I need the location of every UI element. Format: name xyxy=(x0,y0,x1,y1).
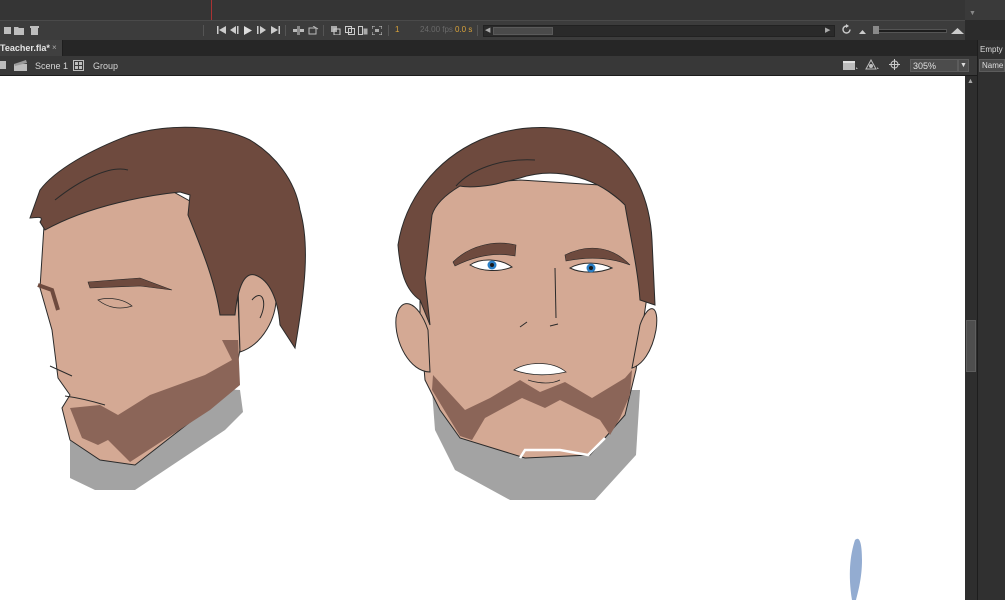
edit-symbols-icon[interactable] xyxy=(864,58,880,69)
timeline-toolbar: 1 24.00 fps 0.0 s ◀ ▶ xyxy=(0,20,965,41)
step-back-icon[interactable] xyxy=(229,25,239,35)
zoom-level-field[interactable]: 305% xyxy=(910,59,958,72)
brush-stroke xyxy=(849,538,862,600)
document-tab[interactable]: Teacher.fla* × xyxy=(0,40,63,56)
scene-icon[interactable] xyxy=(14,60,28,71)
zoom-out-icon[interactable] xyxy=(858,26,866,36)
frame-rate[interactable]: 24.00 fps xyxy=(420,25,453,34)
timeline-zoom-knob[interactable] xyxy=(873,26,879,34)
panel-header-strip: ▼ xyxy=(965,0,1005,20)
center-frame-icon[interactable] xyxy=(307,25,319,35)
refresh-icon[interactable] xyxy=(840,23,852,34)
head-three-quarter[interactable] xyxy=(29,126,306,490)
stage-canvas[interactable] xyxy=(0,76,965,600)
empty-label: Empty xyxy=(980,45,1003,54)
timeline-frames-strip[interactable] xyxy=(0,0,965,21)
last-frame-icon[interactable] xyxy=(270,25,280,35)
back-icon[interactable] xyxy=(0,61,6,69)
scroll-up-icon[interactable]: ▲ xyxy=(967,78,974,85)
close-icon[interactable]: × xyxy=(52,43,57,52)
artwork[interactable] xyxy=(0,76,965,600)
name-column-header[interactable]: Name xyxy=(979,59,1005,72)
scroll-down-icon[interactable]: ▼ xyxy=(969,10,976,17)
folder-icon[interactable] xyxy=(13,25,25,35)
breadcrumb-group[interactable]: Group xyxy=(93,61,118,71)
playhead-line[interactable] xyxy=(211,0,212,20)
document-tab-label: Teacher.fla* xyxy=(0,43,50,53)
document-tab-bar xyxy=(0,40,977,56)
head-front[interactable] xyxy=(395,127,658,500)
loop-icon[interactable] xyxy=(292,25,304,35)
play-icon[interactable] xyxy=(243,25,253,35)
step-forward-icon[interactable] xyxy=(256,25,266,35)
library-panel xyxy=(977,40,1005,600)
snap-icon[interactable] xyxy=(888,58,900,70)
zoom-dropdown-icon[interactable]: ▼ xyxy=(958,59,969,72)
edit-multiple-icon[interactable] xyxy=(357,25,368,35)
timeline-scroll-thumb[interactable] xyxy=(493,27,553,35)
onion-markers-icon[interactable] xyxy=(371,25,382,35)
onion-skin-icon[interactable] xyxy=(330,25,341,35)
new-layer-icon[interactable] xyxy=(2,25,12,35)
current-frame[interactable]: 1 xyxy=(395,25,399,34)
trash-icon[interactable] xyxy=(29,25,39,35)
breadcrumb-scene[interactable]: Scene 1 xyxy=(35,61,68,71)
elapsed-time[interactable]: 0.0 s xyxy=(455,25,472,34)
stage-vscroll-thumb[interactable] xyxy=(966,320,976,372)
timeline-hscrollbar[interactable]: ◀ ▶ xyxy=(483,25,835,37)
onion-outline-icon[interactable] xyxy=(344,25,355,35)
first-frame-icon[interactable] xyxy=(216,25,226,35)
edit-bar: Scene 1 Group xyxy=(0,56,977,128)
timeline-zoom-slider[interactable] xyxy=(875,29,947,33)
group-icon[interactable] xyxy=(73,60,84,71)
zoom-in-icon[interactable] xyxy=(950,26,964,36)
scroll-right-icon[interactable]: ▶ xyxy=(825,26,830,34)
scroll-left-icon[interactable]: ◀ xyxy=(485,26,490,34)
clapper-icon[interactable] xyxy=(842,59,858,70)
